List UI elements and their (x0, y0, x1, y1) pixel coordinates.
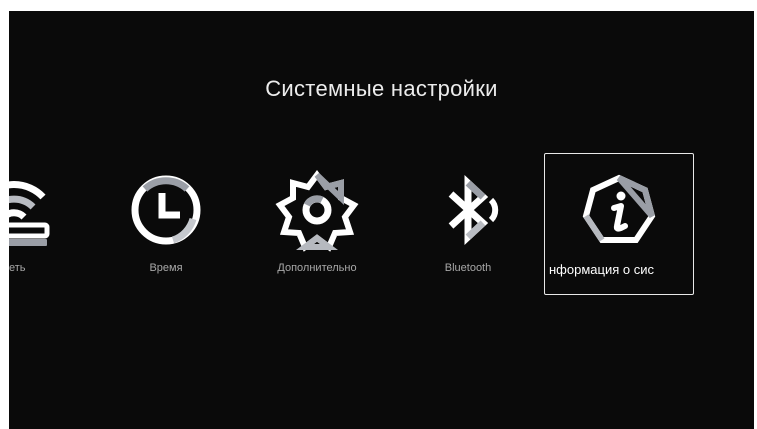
menu-item-label: Время (149, 262, 183, 274)
menu-item-advanced[interactable]: Дополнительно (242, 153, 392, 295)
menu-item-label: нформация о сис (549, 262, 654, 277)
menu-item-label: Bluetooth (444, 262, 492, 274)
tv-screen: Системные настройки еть Время Дополнител… (9, 11, 754, 429)
menu-item-bluetooth[interactable]: Bluetooth (393, 153, 543, 295)
info-icon (576, 168, 662, 254)
gear-icon (274, 167, 360, 253)
page-title: Системные настройки (265, 76, 498, 101)
wifi-router-icon (9, 167, 57, 253)
bluetooth-icon (425, 167, 511, 253)
menu-item-label: Дополнительно (277, 262, 357, 274)
menu-item-label: еть (9, 262, 26, 274)
menu-item-system-info[interactable]: нформация о сис (544, 153, 694, 295)
clock-icon (123, 167, 209, 253)
menu-item-time[interactable]: Время (91, 153, 241, 295)
menu-item-network[interactable]: еть (9, 153, 89, 295)
